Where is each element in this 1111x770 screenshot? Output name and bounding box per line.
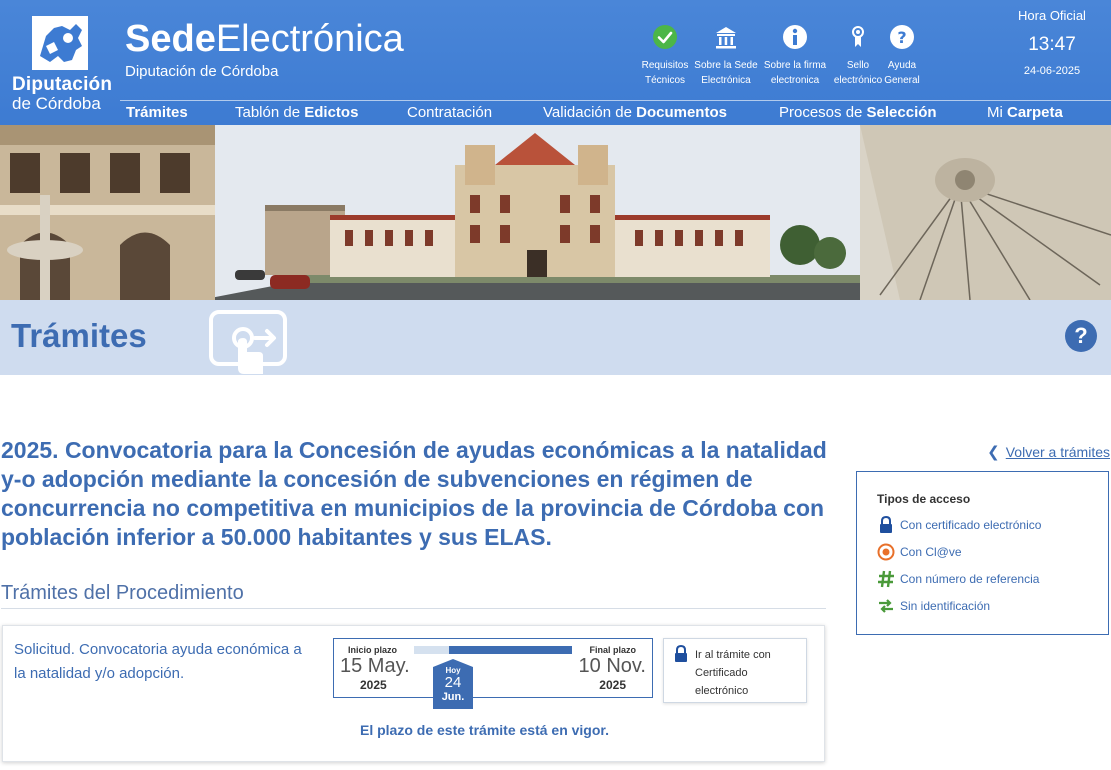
brand-title: SedeElectrónica <box>125 18 404 60</box>
today-month: Jun. <box>441 691 465 703</box>
chevron-left-icon: ❮ <box>987 444 1000 461</box>
touch-screen-icon <box>209 310 287 374</box>
page-title-bar: Trámites <box>0 300 1111 375</box>
official-clock: Hora Oficial 13:47 24-06-2025 <box>1007 8 1097 77</box>
start-year: 2025 <box>360 678 387 692</box>
banner-photo <box>0 125 1111 300</box>
nav-validacion-documentos[interactable]: Validación de Documentos <box>543 104 727 121</box>
svg-text:?: ? <box>897 28 906 47</box>
page-title: Trámites <box>11 317 147 354</box>
clock-date: 24-06-2025 <box>1023 65 1081 77</box>
go-to-tramite-certificate-button[interactable]: Ir al trámite con Certificado electrónic… <box>663 638 807 703</box>
today-day: 24 <box>444 674 462 691</box>
logo-text-line1: Diputación <box>12 74 113 95</box>
lock-icon <box>675 645 687 662</box>
access-item-sin-identificacion: Sin identificación <box>877 597 990 615</box>
end-label: Final plazo <box>589 645 636 655</box>
tramite-card: Solicitud. Convocatoria ayuda económica … <box>2 625 825 762</box>
nav-divider <box>120 100 1111 101</box>
quick-link-firma[interactable]: Sobre la firma electronica <box>760 24 830 88</box>
back-link-label: Volver a trámites <box>1005 444 1110 460</box>
clock-label: Hora Oficial <box>1018 8 1086 23</box>
start-label: Inicio plazo <box>348 645 398 655</box>
access-types-panel: Tipos de acceso Con certificado electrón… <box>856 471 1109 635</box>
back-to-tramites-link[interactable]: ❮ Volver a trámites <box>987 443 1110 461</box>
nav-contratacion[interactable]: Contratación <box>407 104 492 121</box>
quick-link-label: Sobre la Sede Electrónica <box>694 60 758 86</box>
access-item-clave: Con Cl@ve <box>877 543 962 561</box>
hash-icon <box>878 570 894 588</box>
procedure-title: 2025. Convocatoria para la Concesión de … <box>1 437 827 550</box>
start-date: 15 May. <box>340 655 410 677</box>
go-button-label: Ir al trámite con Certificado electrónic… <box>695 649 771 697</box>
check-circle-icon <box>653 25 677 49</box>
nav-mi-carpeta[interactable]: Mi Carpeta <box>987 104 1063 121</box>
main-navigation: Trámites Tablón de Edictos Contratación … <box>0 100 1111 125</box>
nav-procesos-seleccion[interactable]: Procesos de Selección <box>779 104 937 121</box>
section-title: Trámites del Procedimiento <box>1 582 244 604</box>
coat-of-arms-icon <box>32 16 88 70</box>
question-icon: ? <box>890 25 914 49</box>
quick-link-label: Sobre la firma electronica <box>763 60 827 86</box>
info-icon <box>783 25 807 49</box>
brand-subtitle: Diputación de Córdoba <box>125 63 279 80</box>
today-marker: Hoy 24 Jun. <box>433 659 473 709</box>
deadline-timeline: Inicio plazo 15 May. 2025 Final plazo 10… <box>333 638 653 709</box>
deadline-progress-track <box>414 646 572 654</box>
brand-title-light: Electrónica <box>215 18 404 60</box>
institution-icon <box>716 27 736 49</box>
nav-tramites[interactable]: Trámites <box>126 104 188 121</box>
quick-link-ayuda[interactable]: ? Ayuda General <box>867 24 937 88</box>
help-button[interactable]: ? <box>1065 320 1097 352</box>
deadline-status: El plazo de este trámite está en vigor. <box>360 722 609 738</box>
clave-icon <box>877 543 895 561</box>
brand-title-bold: Sede <box>125 18 216 60</box>
end-year: 2025 <box>599 678 626 692</box>
end-date: 10 Nov. <box>578 655 646 677</box>
arrows-icon <box>879 599 893 613</box>
tramite-description: Solicitud. Convocatoria ayuda económica … <box>14 641 302 682</box>
lock-icon <box>880 516 892 533</box>
quick-link-sobre-sede[interactable]: Sobre la Sede Electrónica <box>691 24 761 88</box>
quick-link-label: Requisitos Técnicos <box>641 60 689 86</box>
site-header: Diputación de Córdoba SedeElectrónica Di… <box>0 0 1111 125</box>
access-item-certificado: Con certificado electrónico <box>877 516 1041 534</box>
site-brand[interactable]: SedeElectrónica Diputación de Córdoba <box>125 18 404 80</box>
access-types-title: Tipos de acceso <box>877 492 971 506</box>
nav-tablon-edictos[interactable]: Tablón de Edictos <box>235 104 358 121</box>
section-divider <box>1 608 826 609</box>
quick-link-requisitos[interactable]: Requisitos Técnicos <box>630 24 700 88</box>
deadline-progress-fill <box>448 646 572 654</box>
banner-image <box>0 125 1111 300</box>
access-item-referencia: Con número de referencia <box>877 570 1039 588</box>
diputacion-logo[interactable]: Diputación de Córdoba <box>10 14 113 114</box>
quick-link-label: Ayuda General <box>884 60 920 86</box>
clock-time: 13:47 <box>1028 34 1076 55</box>
